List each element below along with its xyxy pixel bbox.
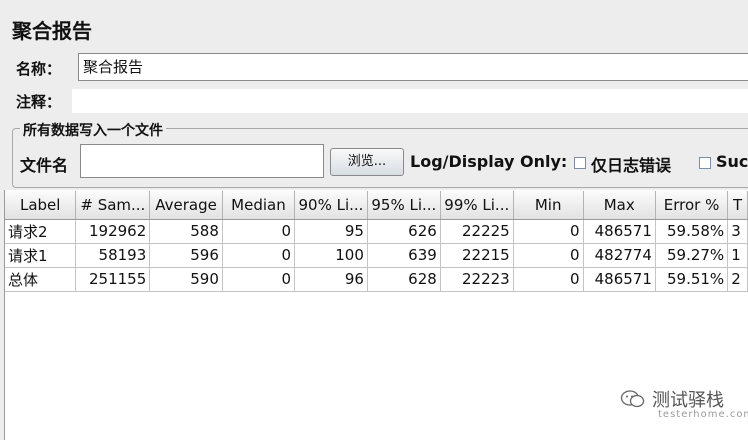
table-cell: 0 [222,243,296,268]
comment-field[interactable] [72,89,748,113]
table-cell: 95 [294,219,368,244]
table-cell: 59.58% [655,219,729,244]
table-cell: 96 [294,267,368,292]
table-cell: 639 [367,243,441,268]
errors-only-label: 仅日志错误 [591,156,672,175]
column-header-throughput[interactable]: T [727,191,748,220]
column-header-min[interactable]: Min [513,191,584,220]
column-header-max[interactable]: Max [583,191,656,220]
table-cell: 596 [149,243,223,268]
table-cell: 1 [727,243,748,268]
table-row[interactable]: 总体 251155 590 0 96 628 22223 0 486571 59… [5,267,748,292]
table-cell: 请求1 [5,243,77,268]
table-cell: 192962 [75,219,151,244]
column-header-90-line[interactable]: 90% Li... [294,191,368,220]
wechat-icon [620,390,645,408]
column-header-label[interactable]: Label [5,191,77,220]
log-display-label: Log/Display Only: [410,152,568,171]
table-cell: 0 [513,243,584,268]
browse-button[interactable]: 浏览... [330,148,404,176]
filename-label: 文件名 [20,156,69,175]
table-cell: 486571 [583,219,656,244]
write-to-file-legend: 所有数据写入一个文件 [20,120,166,140]
column-header-99-line[interactable]: 99% Li... [440,191,514,220]
table-cell: 59.51% [655,267,729,292]
column-header-average[interactable]: Average [149,191,223,220]
table-cell: 626 [367,219,441,244]
successes-checkbox[interactable] [699,157,711,169]
column-header-95-line[interactable]: 95% Li... [367,191,441,220]
table-cell: 22215 [440,243,514,268]
table-cell: 590 [149,267,223,292]
table-cell: 486571 [583,267,656,292]
column-header-samples[interactable]: # Sam... [75,191,151,220]
table-cell: 请求2 [5,219,77,244]
filename-input[interactable] [80,144,324,178]
table-cell: 3 [727,219,748,244]
panel-title: 聚合报告 [12,19,92,43]
table-cell: 628 [367,267,441,292]
table-cell: 0 [513,267,584,292]
table-cell: 251155 [75,267,151,292]
table-cell: 59.27% [655,243,729,268]
watermark-subtext: testerhome.com [658,409,748,420]
table-cell: 588 [149,219,223,244]
table-cell: 2 [727,267,748,292]
table-row[interactable]: 请求2 192962 588 0 95 626 22225 0 486571 5… [5,219,748,244]
table-cell: 0 [513,219,584,244]
column-header-median[interactable]: Median [222,191,296,220]
table-cell: 22225 [440,219,514,244]
table-row[interactable]: 请求1 58193 596 0 100 639 22215 0 482774 5… [5,243,748,268]
table-header-row: Label # Sam... Average Median 90% Li... … [5,191,748,220]
table-cell: 0 [222,219,296,244]
table-cell: 482774 [583,243,656,268]
errors-only-checkbox[interactable] [574,157,586,169]
name-field[interactable]: 聚合报告 [78,53,748,81]
successes-label: Suc [716,152,748,171]
name-label: 名称： [16,60,62,78]
table-cell: 0 [222,267,296,292]
table-cell: 100 [294,243,368,268]
comment-label: 注释： [16,93,62,111]
table-cell: 总体 [5,267,77,292]
column-header-error[interactable]: Error % [655,191,729,220]
table-cell: 58193 [75,243,151,268]
results-table: Label # Sam... Average Median 90% Li... … [5,191,748,292]
table-cell: 22223 [440,267,514,292]
